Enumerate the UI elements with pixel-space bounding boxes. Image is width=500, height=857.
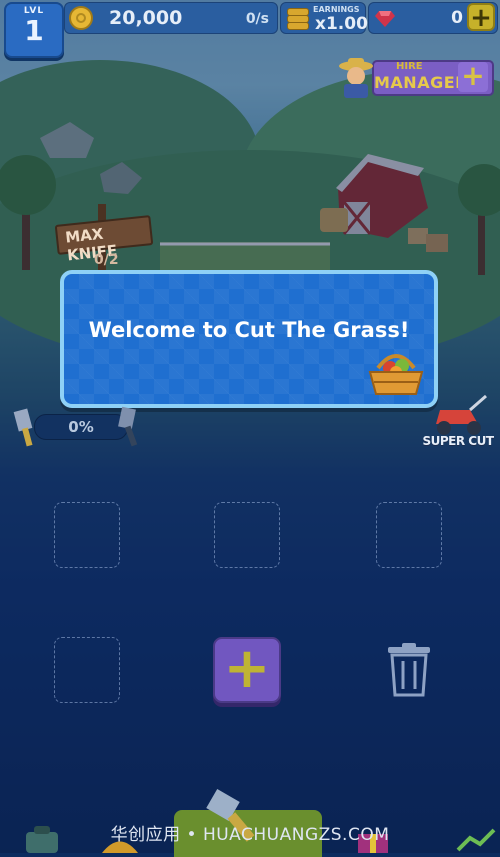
- hire-plus-icon: +: [458, 62, 488, 92]
- coin-icon: [69, 6, 93, 30]
- money-value: 20,000: [109, 7, 183, 29]
- welcome-message: Welcome to Cut The Grass!: [88, 318, 410, 342]
- trash-icon[interactable]: [386, 643, 432, 697]
- gem-counter: 0 +: [368, 2, 498, 34]
- merge-slot[interactable]: [376, 502, 442, 568]
- super-cut-label: SUPER CUT: [422, 434, 494, 448]
- money-rate: 0/s: [245, 11, 269, 27]
- coin-stack-icon: [285, 6, 309, 30]
- super-cut-button[interactable]: SUPER CUT: [422, 394, 494, 452]
- hire-manager-button[interactable]: HIRE MANAGER +: [336, 56, 496, 98]
- sign-progress: 0/2: [94, 252, 119, 268]
- lawn-mower-icon: [436, 394, 487, 435]
- gem-value: 0: [451, 8, 463, 28]
- cut-progress: 0%: [10, 404, 140, 448]
- hire-label: HIRE: [396, 61, 423, 72]
- add-gems-button[interactable]: +: [467, 3, 495, 31]
- welcome-dialog[interactable]: Welcome to Cut The Grass!: [60, 270, 438, 408]
- vegetable-basket-icon: [368, 354, 424, 395]
- merge-slot[interactable]: [214, 502, 280, 568]
- gem-icon: [375, 11, 395, 27]
- manager-label: MANAGER: [374, 73, 468, 92]
- top-bar: LVL 1 20,000 0/s EARNINGS x1.00 0 +: [0, 0, 500, 58]
- farmer-icon: [339, 58, 373, 98]
- knife-next-icon: [118, 406, 138, 447]
- earnings-label: EARNINGS: [313, 5, 360, 14]
- earnings-value: x1.00: [315, 14, 368, 34]
- progress-text: 0%: [68, 418, 94, 436]
- level-badge[interactable]: LVL 1: [4, 2, 64, 58]
- money-counter: 20,000 0/s: [64, 2, 278, 34]
- merge-slot[interactable]: [54, 502, 120, 568]
- watermark-text: 华创应用 • HUACHUANGZS.COM: [110, 825, 390, 845]
- knife-level-icon: [13, 408, 33, 447]
- max-knife-sign: MAX KNIFE 0/2: [54, 204, 154, 270]
- add-knife-button[interactable]: +: [213, 637, 281, 703]
- merge-slot[interactable]: [54, 637, 120, 703]
- progress-bar: 0%: [34, 414, 128, 440]
- level-value: 1: [24, 14, 44, 47]
- earnings-multiplier[interactable]: EARNINGS x1.00: [280, 2, 368, 34]
